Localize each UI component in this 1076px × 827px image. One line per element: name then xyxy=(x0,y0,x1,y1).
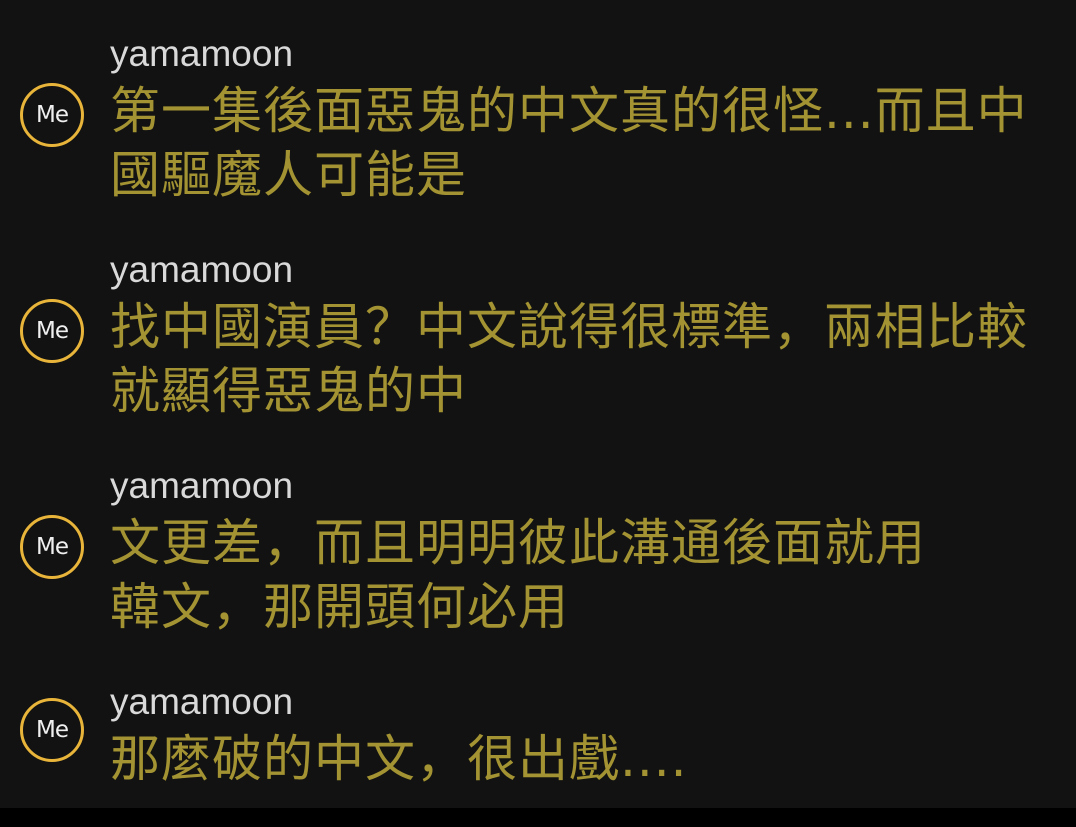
comment-username[interactable]: yamamoon xyxy=(110,680,293,724)
avatar[interactable]: Me xyxy=(20,515,84,579)
comment-text: 找中國演員？中文說得很標準，兩相比較 就顯得惡鬼的中 xyxy=(110,295,1028,423)
comment-text: 第一集後面惡鬼的中文真的很怪...而且中 國驅魔人可能是 xyxy=(110,79,1028,207)
comment-text-line: 國驅魔人可能是 xyxy=(110,146,467,204)
comment-username[interactable]: yamamoon xyxy=(110,32,293,76)
comment-text-line: 文更差，而且明明彼此溝通後面就用 xyxy=(110,514,926,572)
bottom-bar xyxy=(0,808,1076,827)
comment-text-line: 那麼破的中文，很出戲.... xyxy=(110,730,688,788)
comment-username[interactable]: yamamoon xyxy=(110,248,293,292)
avatar[interactable]: Me xyxy=(20,698,84,762)
avatar[interactable]: Me xyxy=(20,83,84,147)
comment-text-line: 找中國演員？中文說得很標準，兩相比較 xyxy=(110,298,1028,356)
comment-username[interactable]: yamamoon xyxy=(110,464,293,508)
comment-text-line: 韓文，那開頭何必用 xyxy=(110,578,569,636)
comment-text: 文更差，而且明明彼此溝通後面就用 韓文，那開頭何必用 xyxy=(110,511,926,639)
comment-text-line: 第一集後面惡鬼的中文真的很怪...而且中 xyxy=(110,82,1028,140)
comment-text: 那麼破的中文，很出戲.... xyxy=(110,727,688,791)
comment-text-line: 就顯得惡鬼的中 xyxy=(110,362,467,420)
avatar[interactable]: Me xyxy=(20,299,84,363)
chat-panel: Me yamamoon 第一集後面惡鬼的中文真的很怪...而且中 國驅魔人可能是… xyxy=(0,0,1076,808)
